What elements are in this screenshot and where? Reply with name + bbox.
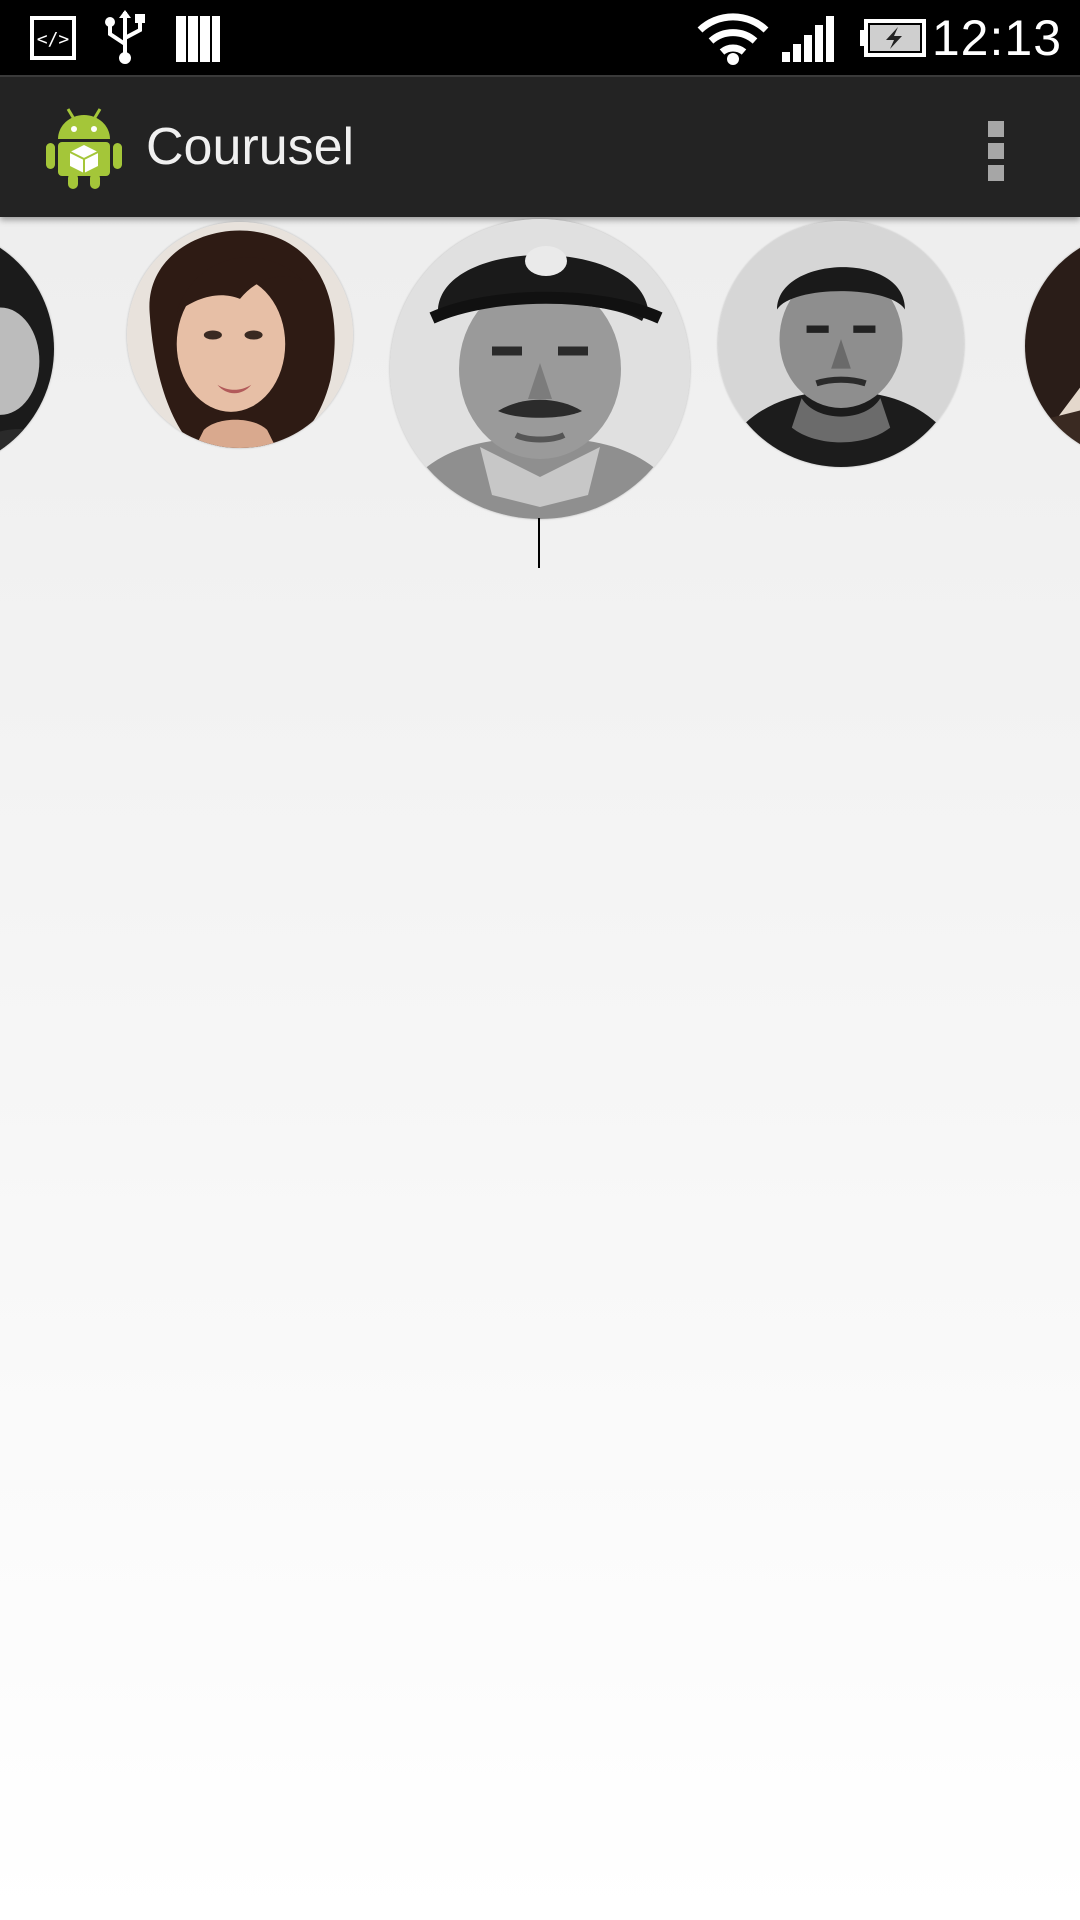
portrait-image (1025, 231, 1080, 461)
portrait-image (718, 221, 964, 467)
wifi-icon (697, 13, 769, 65)
action-bar: Courusel (0, 75, 1080, 217)
overflow-menu-dot (988, 165, 1004, 181)
carousel-portrait-2[interactable] (127, 222, 353, 448)
developer-code-icon: </> (30, 16, 76, 60)
overflow-menu-dot (988, 143, 1004, 159)
battery-charging-icon (860, 19, 926, 57)
app-title: Courusel (146, 118, 355, 176)
android-app-icon[interactable] (44, 103, 124, 191)
portrait-carousel[interactable] (0, 217, 1080, 577)
carousel-portrait-4[interactable] (718, 221, 964, 467)
usb-icon (105, 10, 145, 64)
overflow-menu-button[interactable] (974, 107, 1022, 195)
overflow-menu-icon (988, 121, 1004, 137)
svg-text:</>: </> (37, 29, 70, 50)
portrait-image (127, 222, 353, 448)
signal-icon (782, 16, 834, 62)
status-bar: </> 12:13 (0, 0, 1080, 75)
carousel-selection-indicator (538, 518, 540, 568)
portrait-image (0, 227, 54, 471)
cards-icon (176, 16, 220, 62)
portrait-image (390, 219, 690, 519)
status-clock: 12:13 (931, 10, 1062, 66)
carousel-portrait-5[interactable] (1025, 231, 1080, 461)
carousel-portrait-3-selected[interactable] (390, 219, 690, 519)
carousel-portrait-1[interactable] (0, 227, 54, 471)
